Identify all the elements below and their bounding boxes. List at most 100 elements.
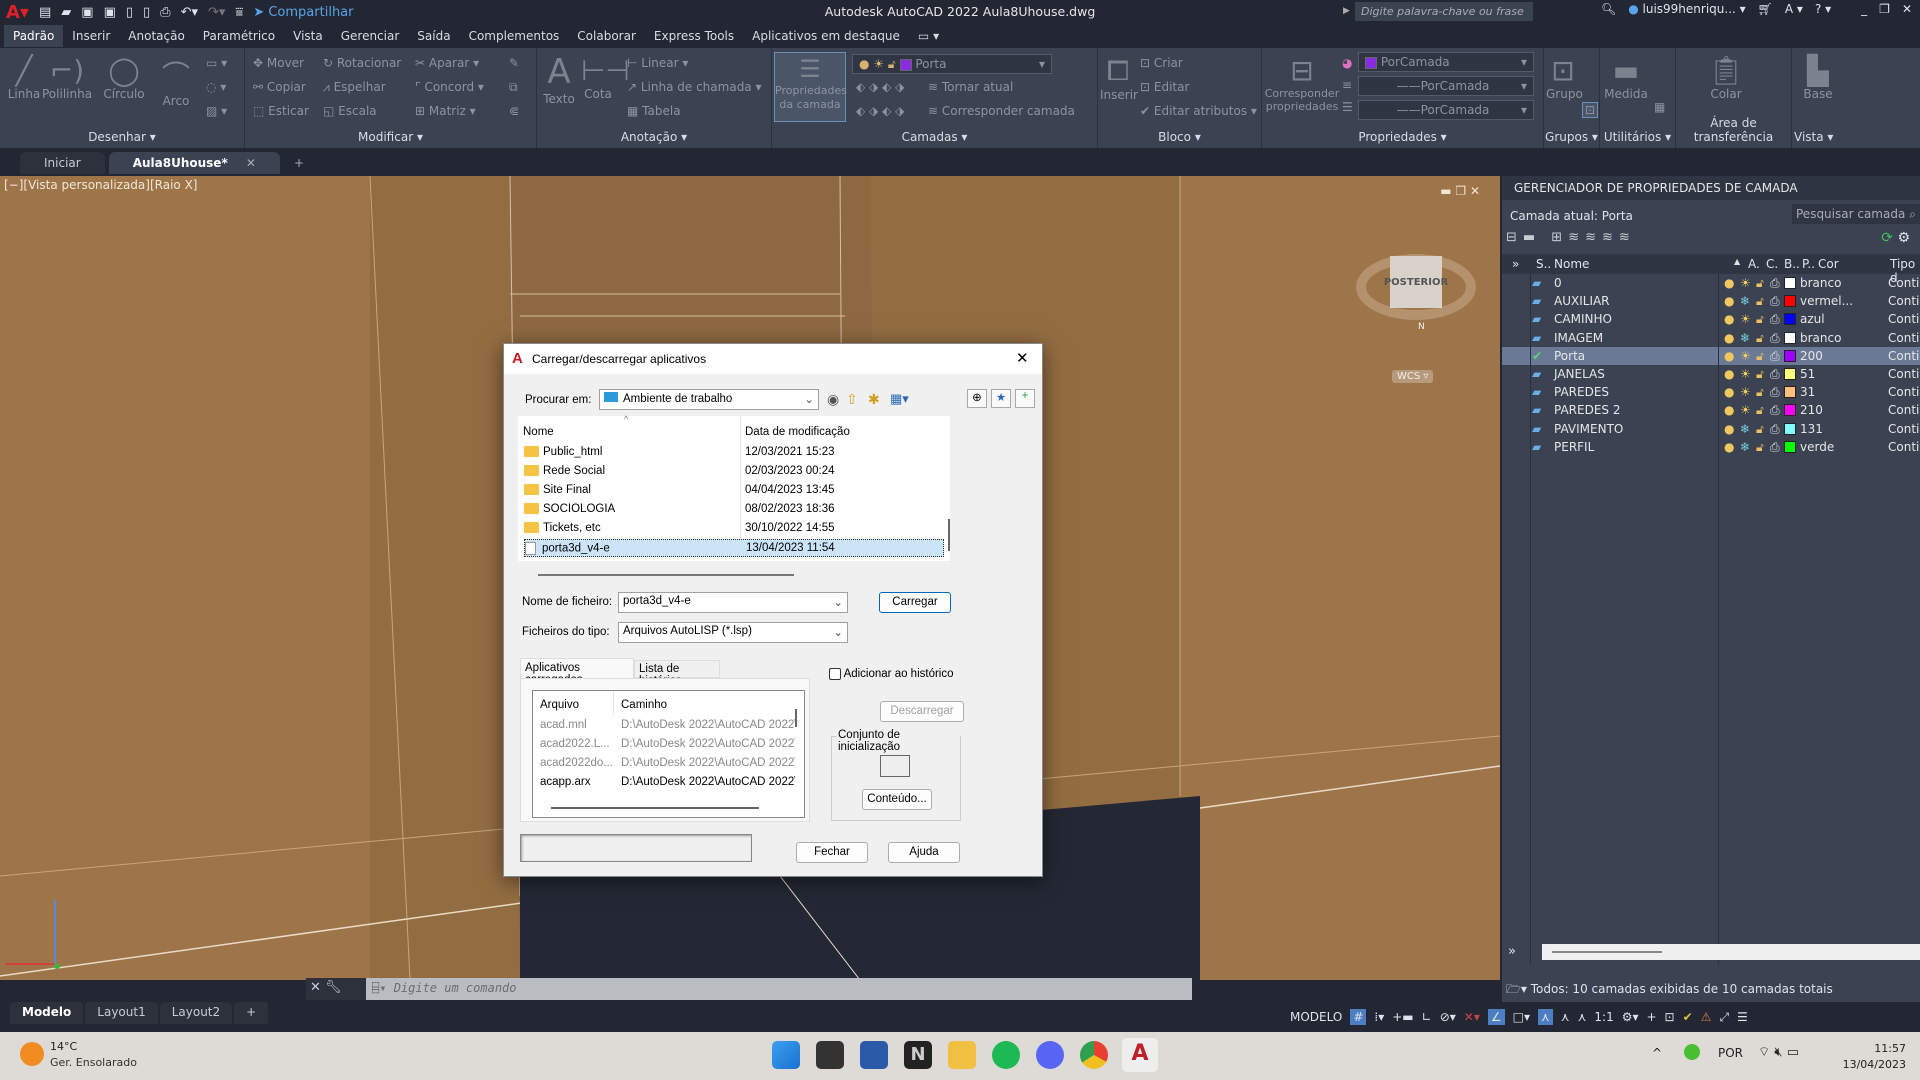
layer-on-icon[interactable]: ● [1724, 422, 1734, 436]
layer-thawed-icon[interactable]: ☀ [1740, 403, 1751, 417]
tool-aparar[interactable]: ✂ Aparar ▾ [415, 56, 479, 70]
erase-icon[interactable]: ✎ [509, 56, 519, 70]
back-icon[interactable]: ◉ [827, 391, 839, 408]
start-button[interactable] [772, 1041, 800, 1069]
tool-corresponder-camada[interactable]: ≋ Corresponder camada [928, 104, 1075, 118]
layer-name[interactable]: PAVIMENTO [1554, 422, 1623, 436]
panel-title[interactable]: Propriedades ▾ [1262, 130, 1543, 144]
vertical-scrollbar[interactable] [948, 519, 950, 551]
calculator-icon[interactable]: ▦ [1654, 100, 1665, 114]
workspace-gear-icon[interactable]: ⚙▾ [1622, 1010, 1639, 1024]
rectangle-icon[interactable]: ▭ ▾ [206, 56, 227, 70]
layer-color-swatch[interactable] [1784, 404, 1796, 417]
viewcube[interactable]: POSTERIOR [1384, 256, 1448, 308]
tool-editar-atributos[interactable]: ✔ Editar atributos ▾ [1140, 104, 1257, 118]
search-web-icon[interactable]: ⊕ [967, 389, 987, 408]
tab-history-list[interactable]: Lista de histórico [634, 660, 720, 687]
layer-frozen-icon[interactable]: ❄ [1740, 294, 1750, 308]
explode-icon[interactable]: ⧉ [509, 80, 518, 95]
tool-esticar[interactable]: ⬚ Esticar [253, 104, 309, 118]
annotation-visibility-icon[interactable]: ⋏ [1538, 1009, 1553, 1025]
ucs-menu[interactable]: WCS ▿ [1392, 370, 1434, 383]
layer-on-icon[interactable]: ● [1724, 367, 1734, 381]
layer-plot-icon[interactable]: ⎙ [1770, 422, 1780, 437]
layer-name[interactable]: JANELAS [1554, 367, 1605, 381]
layer-color-name[interactable]: vermel... [1800, 294, 1853, 308]
tool-tabela[interactable]: ▦ Tabela [627, 104, 681, 118]
layer-row[interactable]: ▰ PAREDES ● ☀ 🔓︎ ⎙ 31 Conti [1502, 383, 1920, 401]
tool-cota[interactable]: ⊢⊣ Cota [581, 54, 630, 101]
hatch-icon[interactable]: ◌ ▾ [206, 80, 226, 94]
panel-title[interactable]: Camadas ▾ [772, 130, 1097, 144]
clock-time[interactable]: 11:57 [1850, 1042, 1906, 1055]
dynamic-input-icon[interactable]: +▬ [1392, 1010, 1413, 1024]
layer-color-swatch[interactable] [1784, 349, 1796, 362]
layer-unlocked-icon[interactable]: 🔓︎ [1756, 385, 1764, 400]
col-caminho[interactable]: Caminho [621, 699, 667, 711]
tab-modelo[interactable]: Modelo [10, 1002, 84, 1024]
expand-filters-icon[interactable]: » [1508, 944, 1516, 959]
layer-name[interactable]: Porta [1554, 349, 1585, 363]
layer-thawed-icon[interactable]: ☀ [1740, 312, 1751, 326]
col-date[interactable]: Data de modificação [745, 426, 850, 438]
isolate-objects-icon[interactable]: ⊡ [1665, 1010, 1675, 1024]
layer-linetype[interactable]: Conti [1888, 349, 1919, 363]
layer-toolbar-right[interactable]: ⟳ ⚙ [1881, 230, 1910, 246]
close-tab-icon[interactable]: ✕ [246, 156, 256, 170]
tool-mover[interactable]: ✥ Mover [253, 56, 304, 70]
tool-base[interactable]: ▙ Base [1796, 54, 1840, 101]
add-history-checkbox[interactable] [829, 668, 841, 680]
layer-on-icon[interactable]: ● [1724, 312, 1734, 326]
col-nome[interactable]: Nome [523, 426, 554, 438]
loaded-app-row[interactable]: acad.mnl D:\AutoDesk 2022\AutoCAD 2022\ [540, 719, 795, 737]
layer-linetype[interactable]: Conti [1888, 294, 1919, 308]
ribbon-tab-colaborar[interactable]: Colaborar [568, 25, 645, 47]
offset-icon[interactable]: ⋐ [509, 104, 519, 118]
tab-iniciar[interactable]: Iniciar [20, 152, 105, 174]
layer-tools-row1[interactable]: ⬖ ⬗ ⬖ ⬗ [856, 80, 904, 94]
tool-colar[interactable]: 📋︎ Colar [1706, 54, 1746, 101]
layer-color-name[interactable]: azul [1800, 312, 1825, 326]
ribbon-tab-gerenciar[interactable]: Gerenciar [332, 25, 409, 47]
favorites-icon[interactable]: ★ [991, 389, 1011, 408]
layer-on-icon[interactable]: ● [1724, 294, 1734, 308]
file-explorer-icon[interactable] [948, 1041, 976, 1069]
layer-color-swatch[interactable] [1784, 440, 1796, 453]
layer-name[interactable]: CAMINHO [1554, 312, 1612, 326]
lineweight-dropdown[interactable]: ——PorCamada ▾ [1358, 100, 1534, 120]
file-list-item[interactable]: SOCIOLOGIA 08/02/2023 18:36 [524, 501, 944, 519]
layer-row[interactable]: ▰ 0 ● ☀ 🔓︎ ⎙ branco Conti [1502, 274, 1920, 292]
save-icon[interactable]: ▣ [81, 5, 93, 20]
col-cor[interactable]: Cor [1818, 257, 1839, 271]
layer-toolbar[interactable]: ⊟▬ ⊞≋≋≋≋ [1506, 230, 1636, 245]
layer-color-swatch[interactable] [1784, 422, 1796, 435]
save-as-icon[interactable]: ▣ [104, 5, 116, 20]
layer-color-swatch[interactable] [1784, 331, 1796, 344]
help-icon[interactable]: ? ▾ [1815, 2, 1831, 16]
ribbon-display-toggle-icon[interactable]: ▭ ▾ [909, 25, 948, 47]
viewport-controls-label[interactable]: [−][Vista personalizada][Raio X] [4, 178, 197, 192]
tool-espelhar[interactable]: ⩘ Espelhar [323, 80, 386, 95]
layer-unlocked-icon[interactable]: 🔓︎ [1756, 367, 1764, 382]
panel-title[interactable]: Modificar ▾ [245, 130, 536, 144]
open-icon[interactable]: ▰ [61, 5, 71, 20]
close-button[interactable]: ✕ [1902, 2, 1912, 16]
clock-date[interactable]: 13/04/2023 [1836, 1058, 1906, 1071]
col-plot[interactable]: P.. [1802, 257, 1815, 271]
new-tab-button[interactable]: + [284, 152, 314, 174]
layer-color-swatch[interactable] [1784, 277, 1796, 289]
gradient-icon[interactable]: ▨ ▾ [206, 104, 227, 118]
ribbon-tab-inserir[interactable]: Inserir [63, 25, 119, 47]
layer-row[interactable]: ▰ IMAGEM ● ❄ 🔓︎ ⎙ branco Conti [1502, 329, 1920, 347]
close-dialog-button[interactable]: Fechar [796, 842, 868, 863]
layer-unlocked-icon[interactable]: 🔓︎ [1756, 440, 1764, 455]
ribbon-tab-express-tools[interactable]: Express Tools [645, 25, 743, 47]
tool-polilinha[interactable]: ⌐) Polilinha [42, 54, 92, 101]
user-menu[interactable]: ● luis99henriqu... ▾ [1628, 2, 1745, 16]
viewport-window-controls[interactable]: ▬ ❐ ✕ [1440, 184, 1480, 198]
panel-title[interactable]: Anotação ▾ [537, 130, 771, 144]
tool-inserir[interactable]: ⧠ Inserir [1100, 54, 1138, 102]
col-lock[interactable]: B.. [1784, 257, 1800, 271]
layer-thawed-icon[interactable]: ☀ [1740, 276, 1751, 290]
layer-name[interactable]: IMAGEM [1554, 331, 1603, 345]
